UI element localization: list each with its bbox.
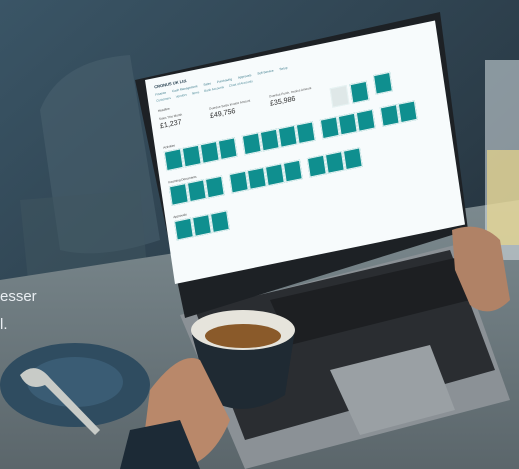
sub-nav-item[interactable]: Items bbox=[192, 90, 200, 96]
nav-item[interactable]: Sales bbox=[203, 81, 211, 87]
kpi-value[interactable]: £1,237 bbox=[160, 119, 182, 131]
tile[interactable] bbox=[163, 148, 184, 172]
sub-nav-item[interactable]: Customers bbox=[156, 96, 171, 103]
tile[interactable] bbox=[277, 124, 298, 148]
tile[interactable] bbox=[329, 84, 350, 108]
tile[interactable] bbox=[186, 179, 207, 203]
nav-item[interactable]: Setup bbox=[279, 66, 287, 72]
tile[interactable] bbox=[217, 137, 238, 161]
nav-item[interactable]: Self-Service bbox=[257, 68, 274, 75]
tile[interactable] bbox=[373, 71, 393, 95]
sub-nav-item[interactable]: Vendors bbox=[176, 93, 188, 99]
overlay-text-line-2: l. bbox=[0, 316, 8, 333]
tile[interactable] bbox=[246, 167, 267, 190]
tile[interactable] bbox=[241, 132, 262, 156]
overlay-text-line-1: esser bbox=[0, 288, 37, 305]
tile[interactable] bbox=[324, 151, 345, 174]
nav-item[interactable]: Finance bbox=[155, 90, 166, 96]
tile[interactable] bbox=[174, 217, 194, 241]
tile[interactable] bbox=[199, 140, 220, 164]
tile[interactable] bbox=[337, 112, 358, 136]
tile[interactable] bbox=[168, 182, 189, 206]
tile[interactable] bbox=[228, 170, 249, 194]
tile[interactable] bbox=[282, 159, 303, 183]
tile[interactable] bbox=[264, 163, 285, 187]
tile[interactable] bbox=[306, 154, 327, 178]
tile[interactable] bbox=[319, 116, 340, 140]
section-headline: Headline bbox=[157, 106, 170, 114]
tile[interactable] bbox=[181, 144, 202, 168]
tile[interactable] bbox=[210, 210, 230, 234]
tile[interactable] bbox=[355, 108, 376, 132]
tile[interactable] bbox=[259, 128, 280, 152]
tile[interactable] bbox=[192, 213, 212, 237]
tile[interactable] bbox=[295, 121, 316, 145]
tile[interactable] bbox=[342, 147, 363, 171]
tile[interactable] bbox=[379, 104, 400, 127]
tile[interactable] bbox=[204, 175, 225, 199]
tile[interactable] bbox=[349, 80, 370, 104]
tile[interactable] bbox=[397, 100, 418, 124]
